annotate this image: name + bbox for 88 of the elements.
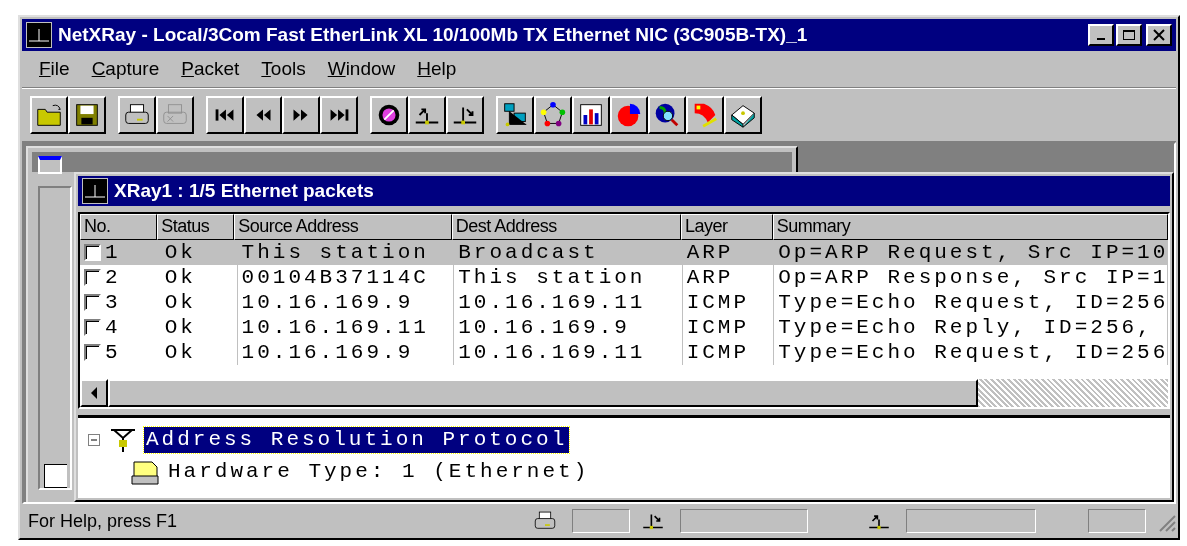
collapse-icon[interactable]: [86, 432, 102, 448]
menu-item[interactable]: Tools: [250, 58, 317, 80]
column-header[interactable]: Summary: [772, 214, 1168, 240]
table-cell: ICMP: [682, 290, 775, 315]
table-cell: 4: [105, 315, 121, 340]
table-cell: ARP: [682, 240, 775, 265]
app-icon: [26, 22, 52, 48]
table-cell: 00104B37114C: [237, 265, 455, 290]
maximize-icon: [1122, 29, 1136, 41]
toolbar-print-button[interactable]: [118, 96, 156, 134]
toolbar-disc-button[interactable]: [370, 96, 408, 134]
menu-item[interactable]: Packet: [170, 58, 251, 80]
table-cell: Op=ARP Response, Src IP=1: [774, 265, 1168, 290]
toolbar-send-button[interactable]: [408, 96, 446, 134]
table-cell: Type=Echo Request, ID=256: [774, 340, 1168, 365]
table-cell: Type=Echo Request, ID=256: [774, 290, 1168, 315]
tree-node[interactable]: Address Resolution Protocol: [144, 427, 570, 453]
table-cell: ICMP: [682, 340, 775, 365]
minimize-icon: [1097, 38, 1105, 40]
table-cell: Ok: [160, 315, 238, 340]
table-cell: This station: [237, 240, 455, 265]
toolbar-bars-button[interactable]: [572, 96, 610, 134]
packet-row[interactable]: 1 Ok This station Broadcast ARP Op=ARP Request, Src IP=10: [80, 240, 1168, 265]
table-cell: 5: [105, 340, 121, 365]
table-cell: 2: [105, 265, 121, 290]
table-cell: Op=ARP Request, Src IP=10: [774, 240, 1168, 265]
toolbar-hosts-button[interactable]: [496, 96, 534, 134]
table-cell: 1: [105, 240, 121, 265]
document-icon: [130, 458, 160, 486]
minimize-button[interactable]: [1088, 24, 1114, 46]
table-cell: Ok: [160, 290, 238, 315]
tree-node[interactable]: Hardware Type: 1 (Ethernet): [166, 459, 592, 485]
status-panel: [572, 509, 630, 533]
table-cell: Broadcast: [454, 240, 683, 265]
close-button[interactable]: [1146, 24, 1172, 46]
toolbar-prev-button[interactable]: [244, 96, 282, 134]
table-cell: Ok: [160, 240, 238, 265]
menu-item[interactable]: Capture: [80, 58, 171, 80]
table-cell: Type=Echo Reply, ID=256,: [774, 315, 1168, 340]
column-header[interactable]: Status: [157, 214, 235, 240]
tab-icon[interactable]: [44, 464, 67, 488]
toolbar-last-button[interactable]: [320, 96, 358, 134]
toolbar-pie-button[interactable]: [610, 96, 648, 134]
packet-row[interactable]: 4 Ok 10.16.169.11 10.16.169.9 ICMP Type=Echo Reply, ID=256,: [80, 315, 1168, 340]
status-panel: [1088, 509, 1146, 533]
table-cell: 10.16.169.9: [454, 315, 683, 340]
menu-item[interactable]: Help: [406, 58, 468, 80]
column-header[interactable]: Dest Address: [451, 214, 681, 240]
window-title: NetXRay - Local/3Com Fast EtherLink XL 10/100Mb TX Ethernet NIC (3C905B-TX)_1: [58, 24, 809, 46]
table-cell: This station: [454, 265, 683, 290]
toolbar-open-button[interactable]: [30, 96, 68, 134]
toolbar-receive-button[interactable]: [446, 96, 484, 134]
table-cell: ICMP: [682, 315, 775, 340]
packet-row[interactable]: 3 Ok 10.16.169.9 10.16.169.11 ICMP Type=Echo Request, ID=256: [80, 290, 1168, 315]
window-icon: [38, 156, 62, 174]
toolbar-first-button[interactable]: [206, 96, 244, 134]
toolbar-globe-button[interactable]: [648, 96, 686, 134]
column-header[interactable]: Source Address: [234, 214, 452, 240]
maximize-button[interactable]: [1116, 24, 1142, 46]
menu-item[interactable]: File: [28, 58, 81, 80]
table-cell: ARP: [682, 265, 775, 290]
app-icon: [82, 178, 108, 204]
packet-window-title: XRay1 : 1/5 Ethernet packets: [114, 180, 374, 202]
table-cell: Ok: [160, 265, 238, 290]
connector-icon: [108, 426, 138, 454]
scrollbar-thumb[interactable]: [108, 379, 978, 407]
toolbar-alarm-button[interactable]: [686, 96, 724, 134]
packet-row[interactable]: 2 Ok 00104B37114C This station ARP Op=ARP Response, Src IP=1: [80, 265, 1168, 290]
left-arrow-icon: [90, 387, 98, 399]
table-cell: 10.16.169.11: [454, 290, 683, 315]
toolbar-box-button[interactable]: [724, 96, 762, 134]
column-header[interactable]: Layer: [680, 214, 773, 240]
table-cell: 10.16.169.9: [237, 290, 455, 315]
table-cell: 10.16.169.9: [237, 340, 455, 365]
status-text: For Help, press F1: [27, 510, 179, 532]
table-cell: Ok: [160, 340, 238, 365]
table-cell: 10.16.169.11: [454, 340, 683, 365]
close-icon: [1152, 29, 1166, 41]
packet-row[interactable]: 5 Ok 10.16.169.9 10.16.169.11 ICMP Type=Echo Request, ID=256: [80, 340, 1168, 365]
column-header[interactable]: No.: [80, 214, 158, 240]
row-checkbox[interactable]: [84, 244, 101, 261]
toolbar-ring-button[interactable]: [534, 96, 572, 134]
table-cell: 3: [105, 290, 121, 315]
scroll-left-button[interactable]: [80, 379, 108, 407]
menu-item[interactable]: Window: [316, 58, 407, 80]
toolbar-save-button[interactable]: [68, 96, 106, 134]
table-cell: 10.16.169.11: [237, 315, 455, 340]
toolbar-next-button[interactable]: [282, 96, 320, 134]
